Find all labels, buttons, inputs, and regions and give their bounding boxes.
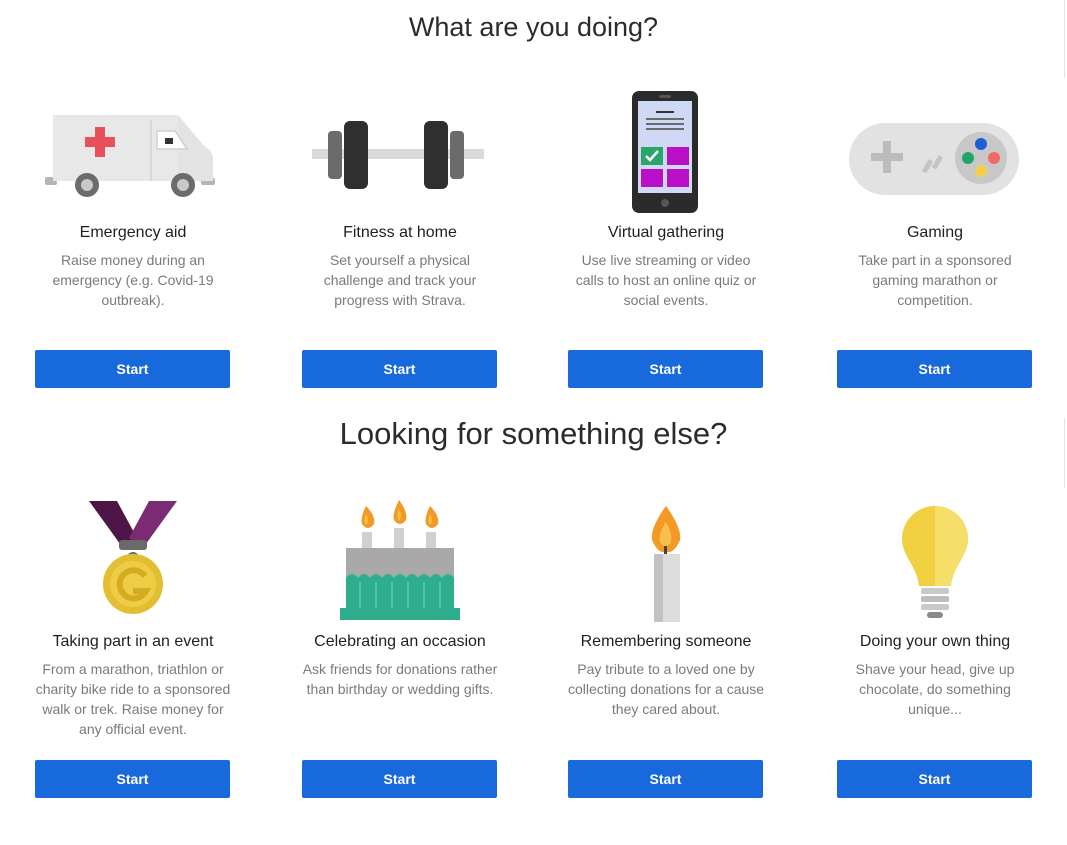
card-title: Gaming (906, 224, 964, 241)
card-taking-part-in-an-event: Taking part in an event From a marathon,… (33, 494, 233, 798)
section-title-looking-for-something-else: Looking for something else? (339, 416, 728, 451)
card-title: Doing your own thing (859, 633, 1011, 650)
card-description: Shave your head, give up chocolate, do s… (855, 661, 1015, 717)
start-button-remembering-someone[interactable]: Start (568, 760, 763, 798)
card-title: Taking part in an event (52, 633, 214, 650)
card-fitness-at-home: Fitness at home Set yourself a physical … (300, 85, 500, 388)
card-description: Ask friends for donations rather than bi… (302, 661, 498, 697)
start-button-emergency-aid[interactable]: Start (35, 350, 230, 388)
card-doing-your-own-thing: Doing your own thing Shave your head, gi… (835, 494, 1035, 798)
phone-icon (566, 85, 766, 215)
card-description: Take part in a sponsored gaming marathon… (858, 252, 1012, 308)
start-button-celebrating-an-occasion[interactable]: Start (302, 760, 497, 798)
birthday-cake-icon (300, 494, 500, 624)
card-description: Set yourself a physical challenge and tr… (323, 252, 477, 308)
dumbbell-icon (300, 85, 500, 215)
ambulance-icon (33, 85, 233, 215)
card-remembering-someone: Remembering someone Pay tribute to a lov… (566, 494, 766, 798)
lightbulb-icon (835, 494, 1035, 624)
card-title: Celebrating an occasion (314, 633, 486, 650)
section-title-what-are-you-doing: What are you doing? (408, 12, 659, 42)
gamepad-icon (835, 85, 1035, 215)
card-virtual-gathering: Virtual gathering Use live streaming or … (566, 85, 766, 388)
card-description: Raise money during an emergency (e.g. Co… (52, 252, 214, 308)
card-title: Virtual gathering (607, 224, 725, 241)
candle-icon (566, 494, 766, 624)
start-button-doing-your-own-thing[interactable]: Start (837, 760, 1032, 798)
card-description: Use live streaming or video calls to hos… (575, 252, 757, 308)
card-title: Emergency aid (79, 224, 187, 241)
card-emergency-aid: Emergency aid Raise money during an emer… (33, 85, 233, 388)
start-button-taking-part-in-an-event[interactable]: Start (35, 760, 230, 798)
card-title: Fitness at home (343, 224, 457, 241)
start-button-fitness-at-home[interactable]: Start (302, 350, 497, 388)
medal-icon (33, 494, 233, 624)
card-gaming: Gaming Take part in a sponsored gaming m… (835, 85, 1035, 388)
start-button-gaming[interactable]: Start (837, 350, 1032, 388)
card-title: Remembering someone (580, 633, 752, 650)
card-celebrating-an-occasion: Celebrating an occasion Ask friends for … (300, 494, 500, 798)
card-description: From a marathon, triathlon or charity bi… (35, 661, 231, 737)
start-button-virtual-gathering[interactable]: Start (568, 350, 763, 388)
card-description: Pay tribute to a loved one by collecting… (567, 661, 765, 717)
